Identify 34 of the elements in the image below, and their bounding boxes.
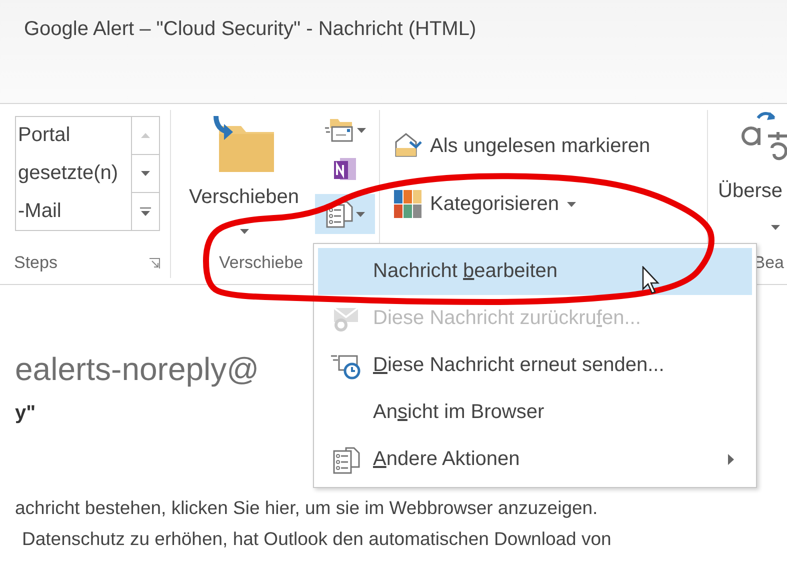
color-grid-icon: [394, 190, 422, 218]
window-title: Google Alert – "Cloud Security" - Nachricht (HTML): [24, 18, 478, 41]
envelope-icon: [332, 306, 360, 332]
mouse-pointer-icon: [642, 266, 660, 294]
message-text: achricht bestehen, klicken Sie hier, um sie im Webbrowser anzuzeigen.: [15, 497, 598, 519]
folder-arrow-icon: [211, 114, 277, 174]
translate-button[interactable]: Überse: [718, 180, 787, 203]
group-label: Steps: [14, 253, 58, 273]
dialog-launcher-icon[interactable]: [149, 258, 160, 268]
caret-icon: [357, 128, 366, 132]
quick-step-item[interactable]: -Mail: [18, 200, 131, 223]
message-text: Datenschutz zu erhöhen, hat Outlook den automatischen Download von: [22, 528, 612, 550]
menu-item[interactable]: Nachricht bearbeiten: [318, 248, 752, 295]
move-button[interactable]: Verschieben: [175, 110, 313, 248]
folder-envelope-icon: [324, 117, 354, 143]
quick-step-item[interactable]: Portal: [18, 124, 131, 148]
caret-icon: [771, 225, 780, 230]
caret-icon: [356, 212, 365, 216]
caret-icon: [566, 202, 576, 206]
clipboard-list-icon: [332, 444, 360, 474]
menu-item[interactable]: Ansicht im Browser: [318, 389, 752, 436]
clipboard-list-icon: [325, 199, 353, 229]
categorize-button[interactable]: Kategorisieren: [394, 184, 650, 224]
menu-item[interactable]: Diese Nachricht erneut senden...: [318, 342, 752, 389]
quick-steps-gallery[interactable]: Portal gesetzte(n) -Mail: [15, 116, 160, 231]
sender-address: ealerts-noreply@: [15, 351, 260, 388]
submenu-arrow-icon: [728, 454, 734, 465]
subject-text: y": [15, 402, 36, 425]
menu-item[interactable]: Andere Aktionen: [318, 436, 752, 483]
open-envelope-icon: [394, 132, 422, 160]
group-label: Verschiebe: [219, 253, 304, 273]
quick-step-item[interactable]: gesetzte(n): [18, 162, 131, 185]
mark-unread-button[interactable]: Als ungelesen markieren: [394, 126, 650, 166]
caret-icon: [240, 229, 248, 234]
